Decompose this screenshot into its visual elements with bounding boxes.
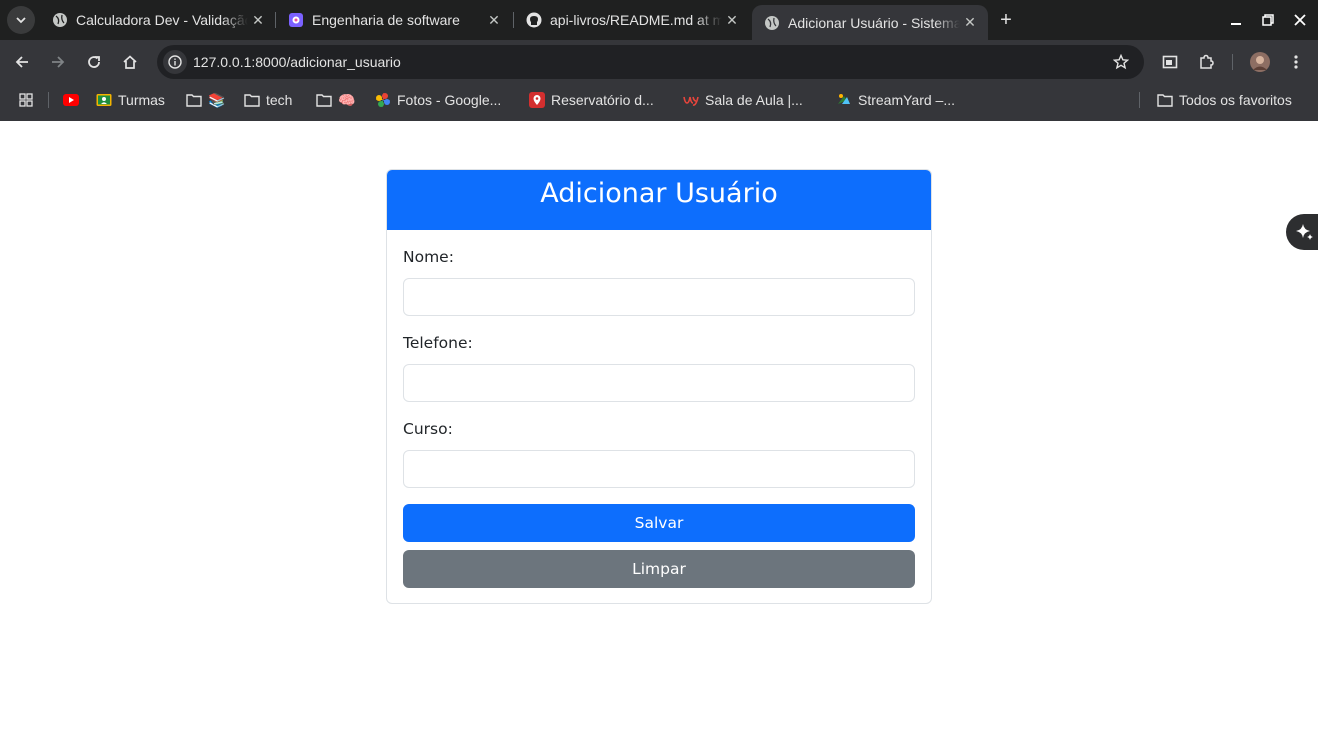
app-icon <box>288 12 304 28</box>
nome-input[interactable] <box>403 278 915 316</box>
arrow-right-icon <box>52 56 65 68</box>
folder-icon <box>1157 92 1173 108</box>
browser-toolbar: 127.0.0.1:8000/adicionar_usuario <box>0 40 1318 84</box>
reload-button[interactable] <box>81 49 107 75</box>
side-panel-button[interactable] <box>1157 49 1183 75</box>
classroom-icon <box>96 92 112 108</box>
bookmark-reservatorio[interactable]: Reservatório d... <box>529 90 654 110</box>
puzzle-icon <box>1200 54 1214 69</box>
bookmark-label: Turmas <box>118 92 165 108</box>
info-icon <box>168 55 182 69</box>
window-close-button[interactable] <box>1288 8 1312 32</box>
minimize-button[interactable] <box>1224 8 1248 32</box>
apps-button[interactable] <box>19 90 33 110</box>
add-user-card: Adicionar Usuário Nome: Telefone: Curso:… <box>386 169 932 604</box>
bookmark-google-photos[interactable]: Fotos - Google... <box>375 90 501 110</box>
google-photos-icon <box>375 92 391 108</box>
bookmark-separator <box>48 92 49 108</box>
save-button[interactable]: Salvar <box>403 504 915 542</box>
nome-label: Nome: <box>403 248 454 266</box>
folder-icon <box>316 92 332 108</box>
address-bar[interactable]: 127.0.0.1:8000/adicionar_usuario <box>157 45 1144 79</box>
restore-button[interactable] <box>1256 8 1280 32</box>
bookmark-label: 🧠 <box>338 91 356 108</box>
sparkle-icon <box>1296 224 1313 240</box>
telefone-label: Telefone: <box>403 334 473 352</box>
curso-input[interactable] <box>403 450 915 488</box>
bookmark-youtube[interactable] <box>63 90 85 110</box>
tab-title: Calculadora Dev - Validação <box>76 12 248 28</box>
more-vertical-icon <box>1294 55 1298 69</box>
curso-label: Curso: <box>403 420 453 438</box>
github-icon <box>526 12 542 28</box>
bookmarks-bar: Turmas 📚 tech 🧠 Fotos - Google... Reserv… <box>0 84 1318 121</box>
bookmark-streamyard[interactable]: StreamYard –... <box>836 90 955 110</box>
bookmark-label: Fotos - Google... <box>397 92 502 108</box>
tab-strip: Calculadora Dev - Validação ✕ Engenharia… <box>0 0 1318 40</box>
toolbar-separator <box>1232 54 1233 70</box>
close-icon[interactable]: ✕ <box>484 10 504 30</box>
avatar <box>1250 52 1270 72</box>
bookmark-folder-brain[interactable]: 🧠 <box>316 90 355 110</box>
add-user-form: Nome: Telefone: Curso: Salvar Limpar <box>387 247 931 588</box>
streamyard-icon <box>836 92 852 108</box>
folder-icon <box>244 92 260 108</box>
site-info-button[interactable] <box>163 50 187 74</box>
arrow-left-icon <box>15 56 28 68</box>
bookmark-label: Sala de Aula |... <box>705 92 803 108</box>
tab-title: Engenharia de software <box>312 12 460 28</box>
ai-assistant-button[interactable] <box>1286 214 1318 250</box>
card-header: Adicionar Usuário <box>387 170 931 230</box>
bookmark-star-button[interactable] <box>1110 51 1132 73</box>
close-icon[interactable]: ✕ <box>722 10 742 30</box>
bookmark-label: Reservatório d... <box>551 92 654 108</box>
folder-icon <box>186 92 202 108</box>
close-icon[interactable]: ✕ <box>248 10 268 30</box>
minimize-icon <box>1231 23 1241 25</box>
tab-adicionar-usuario[interactable]: Adicionar Usuário - Sistema ✕ <box>752 5 988 40</box>
forward-button[interactable] <box>45 49 71 75</box>
home-icon <box>123 55 137 69</box>
star-icon <box>1113 54 1129 70</box>
tab-title: Adicionar Usuário - Sistema <box>788 14 960 31</box>
telefone-input[interactable] <box>403 364 915 402</box>
restore-icon <box>1262 14 1274 26</box>
home-button[interactable] <box>117 49 143 75</box>
back-button[interactable] <box>9 49 35 75</box>
youtube-icon <box>63 92 79 108</box>
bookmark-sala-de-aula[interactable]: Sala de Aula |... <box>683 90 803 110</box>
close-icon <box>1294 14 1306 26</box>
all-bookmarks-label: Todos os favoritos <box>1179 92 1292 108</box>
url-text[interactable]: 127.0.0.1:8000/adicionar_usuario <box>193 54 401 70</box>
bookmark-folder-books[interactable]: 📚 <box>186 90 225 110</box>
page-title: Adicionar Usuário <box>540 178 778 209</box>
location-pin-icon <box>529 92 545 108</box>
tab-search-button[interactable] <box>7 6 35 34</box>
tab-title: api-livros/README.md at main <box>550 12 722 28</box>
side-panel-icon <box>1162 55 1178 69</box>
bookmark-label: 📚 <box>208 91 226 108</box>
tab-engenharia[interactable]: Engenharia de software ✕ <box>276 0 512 40</box>
close-icon[interactable]: ✕ <box>960 13 980 33</box>
apps-grid-icon <box>19 93 33 107</box>
bookmark-folder-tech[interactable]: tech <box>244 90 292 110</box>
tab-calculadora[interactable]: Calculadora Dev - Validação ✕ <box>40 0 276 40</box>
tab-api-livros[interactable]: api-livros/README.md at main ✕ <box>514 0 750 40</box>
menu-button[interactable] <box>1283 49 1309 75</box>
all-bookmarks-button[interactable]: Todos os favoritos <box>1157 90 1292 110</box>
bookmark-turmas[interactable]: Turmas <box>96 90 165 110</box>
clear-button[interactable]: Limpar <box>403 550 915 588</box>
bookmark-label: tech <box>266 92 293 108</box>
reload-icon <box>88 56 100 68</box>
globe-icon <box>52 12 68 28</box>
chevron-down-icon <box>16 17 26 24</box>
bookmark-separator <box>1139 92 1140 108</box>
extensions-button[interactable] <box>1193 49 1219 75</box>
globe-icon <box>764 15 780 31</box>
uy-icon <box>683 92 699 108</box>
bookmark-label: StreamYard –... <box>858 92 956 108</box>
new-tab-button[interactable]: + <box>994 8 1018 32</box>
profile-button[interactable] <box>1247 49 1273 75</box>
